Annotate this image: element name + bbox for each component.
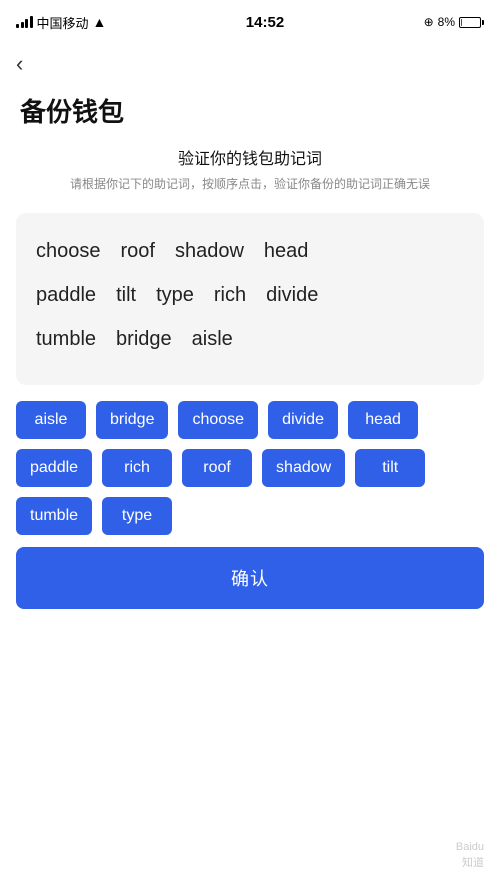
watermark-line2: 知道 xyxy=(456,856,484,871)
confirm-button[interactable]: 确认 xyxy=(16,547,484,609)
confirm-button-wrap: 确认 xyxy=(16,547,484,609)
status-time: 14:52 xyxy=(246,14,284,31)
word-display-row-1: choose roof shadow head xyxy=(36,233,464,269)
display-word: paddle xyxy=(36,277,96,313)
word-display-box: choose roof shadow head paddle tilt type richd… xyxy=(16,213,484,385)
word-button[interactable]: choose xyxy=(178,401,258,439)
display-word: shadow xyxy=(175,233,244,269)
display-word: bridge xyxy=(116,321,172,357)
status-right: ⊕ 8% xyxy=(424,15,484,29)
display-word: divide xyxy=(266,277,318,313)
word-display-row-2: paddle tilt type rich divide xyxy=(36,277,464,313)
status-left: 中国移动 ▲ xyxy=(16,13,106,32)
word-display-row-3: tumble bridge aisle xyxy=(36,321,464,357)
watermark: Baidu 知道 xyxy=(456,840,484,871)
display-word: type xyxy=(156,277,194,313)
word-button[interactable]: rich xyxy=(102,449,172,487)
word-button[interactable]: tumble xyxy=(16,497,92,535)
word-button[interactable]: bridge xyxy=(96,401,168,439)
word-grid: aisle bridge choose divide head paddle richroo… xyxy=(16,401,484,535)
signal-icon xyxy=(16,16,33,28)
word-button[interactable]: tilt xyxy=(355,449,425,487)
word-button[interactable]: roof xyxy=(182,449,252,487)
status-bar: 中国移动 ▲ 14:52 ⊕ 8% xyxy=(0,0,500,40)
word-button[interactable]: type xyxy=(102,497,172,535)
page-title: 备份钱包 xyxy=(0,84,500,145)
carrier-label: 中国移动 xyxy=(37,13,89,32)
back-button[interactable]: ‹ xyxy=(16,48,48,80)
section-title: 验证你的钱包助记词 xyxy=(20,145,480,169)
display-word: rich xyxy=(214,277,246,313)
section-header: 验证你的钱包助记词 请根据你记下的助记词，按顺序点击，验证你备份的助记词正确无误 xyxy=(0,145,500,201)
display-word: tumble xyxy=(36,321,96,357)
display-word: roof xyxy=(121,233,155,269)
word-button[interactable]: paddle xyxy=(16,449,92,487)
word-button[interactable]: shadow xyxy=(262,449,345,487)
wifi-icon: ▲ xyxy=(93,14,107,30)
display-word: head xyxy=(264,233,309,269)
battery-percent: 8% xyxy=(438,15,455,29)
battery-icon xyxy=(459,17,484,28)
word-button[interactable]: head xyxy=(348,401,418,439)
display-word: choose xyxy=(36,233,101,269)
watermark-line1: Baidu xyxy=(456,840,484,855)
display-word: tilt xyxy=(116,277,136,313)
word-button[interactable]: aisle xyxy=(16,401,86,439)
nav-bar: ‹ xyxy=(0,40,500,84)
display-word: aisle xyxy=(192,321,233,357)
battery-circle-icon: ⊕ xyxy=(424,15,434,29)
word-button[interactable]: divide xyxy=(268,401,338,439)
section-desc: 请根据你记下的助记词，按顺序点击，验证你备份的助记词正确无误 xyxy=(20,175,480,193)
